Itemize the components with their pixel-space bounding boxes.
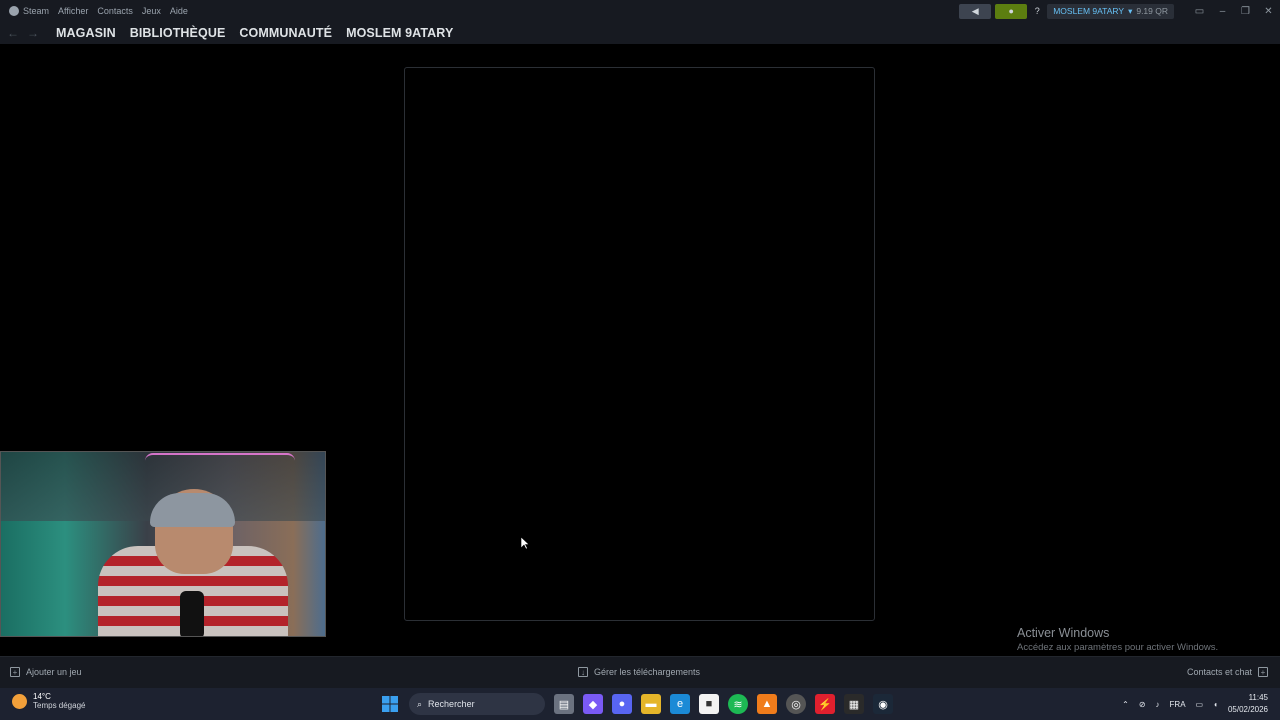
plus-icon: + <box>10 667 20 677</box>
menu-aide[interactable]: Aide <box>170 6 188 16</box>
nav-profile[interactable]: MOSLEM 9ATARY <box>346 26 453 40</box>
nav-store[interactable]: MAGASIN <box>56 26 116 40</box>
close-icon: ✕ <box>1264 5 1273 17</box>
minimize-icon: – <box>1219 5 1226 17</box>
activate-title: Activer Windows <box>1017 626 1110 640</box>
windows-start-icon[interactable] <box>380 694 400 714</box>
friends-label: Contacts et chat <box>1186 667 1252 677</box>
steam-window: Steam Afficher Contacts Jeux Aide ◀ ● ? … <box>0 0 1280 688</box>
taskbar-search[interactable]: ⌕ Rechercher <box>409 693 545 715</box>
add-game-button[interactable]: + Ajouter un jeu <box>10 667 82 677</box>
temperature: 14°C <box>33 692 51 701</box>
navbar: ← → MAGASIN BIBLIOTHÈQUE COMMUNAUTÉ MOSL… <box>0 22 1280 44</box>
search-placeholder: Rechercher <box>428 699 475 709</box>
search-icon: ⌕ <box>417 698 423 709</box>
forward-arrow-icon[interactable]: → <box>26 26 40 40</box>
nav-community[interactable]: COMMUNAUTÉ <box>239 26 332 40</box>
menubar-right: ◀ ● ? MOSLEM 9ATARY ▾ 9.19 QR ▭ – ❐ ✕ <box>959 0 1280 22</box>
volume-icon[interactable]: ◖ <box>1213 700 1218 709</box>
windows-taskbar: 14°C Temps dégagé ⌕ Rechercher ▤ ◆ ● ▬ e… <box>0 688 1280 720</box>
clock[interactable]: 11:45 05/02/2026 <box>1228 692 1268 716</box>
spotify-icon[interactable]: ≋ <box>728 694 748 714</box>
big-picture-button[interactable]: ▭ <box>1188 0 1211 22</box>
cursor-arrow-icon <box>521 537 530 550</box>
language-indicator[interactable]: FRA <box>1170 700 1186 709</box>
edge-icon[interactable]: e <box>670 694 690 714</box>
menu-jeux[interactable]: Jeux <box>142 6 161 16</box>
account-name: MOSLEM 9ATARY <box>1053 6 1125 16</box>
downloads-label: Gérer les téléchargements <box>594 667 701 677</box>
task-view-icon[interactable]: ▤ <box>554 694 574 714</box>
chevron-down-icon: ▾ <box>1128 5 1133 16</box>
content-panel <box>404 67 875 621</box>
menu-afficher[interactable]: Afficher <box>58 6 88 16</box>
statusbar: + Ajouter un jeu ↓ Gérer les téléchargem… <box>0 656 1280 688</box>
restore-button[interactable]: ❐ <box>1234 0 1257 22</box>
app-orange-icon[interactable]: ▲ <box>757 694 777 714</box>
downloads-button[interactable]: ↓ Gérer les téléchargements <box>578 667 700 677</box>
webcam-frame <box>0 451 326 637</box>
activate-subtitle: Accédez aux paramètres pour activer Wind… <box>1017 642 1219 653</box>
ms-store-icon[interactable]: ■ <box>699 694 719 714</box>
megaphone-icon: ◀ <box>971 5 979 16</box>
monitor-icon: ▭ <box>1194 5 1205 17</box>
app-dark-icon[interactable]: ▦ <box>844 694 864 714</box>
chat-icon: + <box>1258 667 1268 677</box>
help-button[interactable]: ? <box>1031 4 1043 19</box>
network-off-icon[interactable]: ⊘ <box>1139 700 1146 709</box>
steam-menu-label: Steam <box>23 6 50 16</box>
chrome-icon[interactable]: ◎ <box>786 694 806 714</box>
broadcast-button[interactable]: ◀ <box>959 3 992 19</box>
app-red-icon[interactable]: ⚡ <box>815 694 835 714</box>
copilot-icon[interactable]: ◆ <box>583 694 603 714</box>
file-explorer-icon[interactable]: ▬ <box>641 694 661 714</box>
notifications-button[interactable]: ● <box>995 3 1028 19</box>
discord-icon[interactable]: ● <box>612 694 632 714</box>
sun-icon <box>12 693 27 709</box>
friends-chat-button[interactable]: Contacts et chat + <box>1187 667 1268 677</box>
weather-widget[interactable]: 14°C Temps dégagé <box>12 692 85 710</box>
microphone-icon[interactable]: ♪ <box>1156 700 1160 709</box>
chevron-up-icon[interactable]: ⌃ <box>1122 700 1129 709</box>
add-game-label: Ajouter un jeu <box>26 667 82 677</box>
nav-library[interactable]: BIBLIOTHÈQUE <box>130 26 226 40</box>
clock-date: 05/02/2026 <box>1227 705 1268 714</box>
system-tray: ⌃ ⊘ ♪ FRA ▭ ◖ 11:45 05/02/2026 <box>1122 688 1268 720</box>
download-icon: ↓ <box>578 667 588 677</box>
account-menu[interactable]: MOSLEM 9ATARY ▾ 9.19 QR <box>1047 3 1174 19</box>
display-icon[interactable]: ▭ <box>1196 700 1204 709</box>
menu-contacts[interactable]: Contacts <box>97 6 133 16</box>
weather-condition: Temps dégagé <box>33 701 86 710</box>
menubar: Steam Afficher Contacts Jeux Aide ◀ ● ? … <box>0 0 1280 22</box>
steam-taskbar-icon[interactable]: ◉ <box>873 694 893 714</box>
activate-windows-watermark: Activer Windows Accédez aux paramètres p… <box>1017 626 1218 653</box>
clock-time: 11:45 <box>1248 693 1268 702</box>
back-arrow-icon[interactable]: ← <box>6 26 20 40</box>
webcam-overlay <box>0 451 326 637</box>
bell-icon: ● <box>1008 6 1014 16</box>
wallet-balance: 9.19 QR <box>1136 6 1168 16</box>
steam-menu[interactable]: Steam <box>9 6 49 16</box>
close-button[interactable]: ✕ <box>1257 0 1280 22</box>
minimize-button[interactable]: – <box>1211 0 1234 22</box>
steam-logo-icon <box>9 6 19 16</box>
taskbar-apps: ⌕ Rechercher ▤ ◆ ● ▬ e ■ ≋ ▲ ◎ ⚡ ▦ ◉ <box>380 688 893 720</box>
restore-icon: ❐ <box>1241 5 1250 17</box>
